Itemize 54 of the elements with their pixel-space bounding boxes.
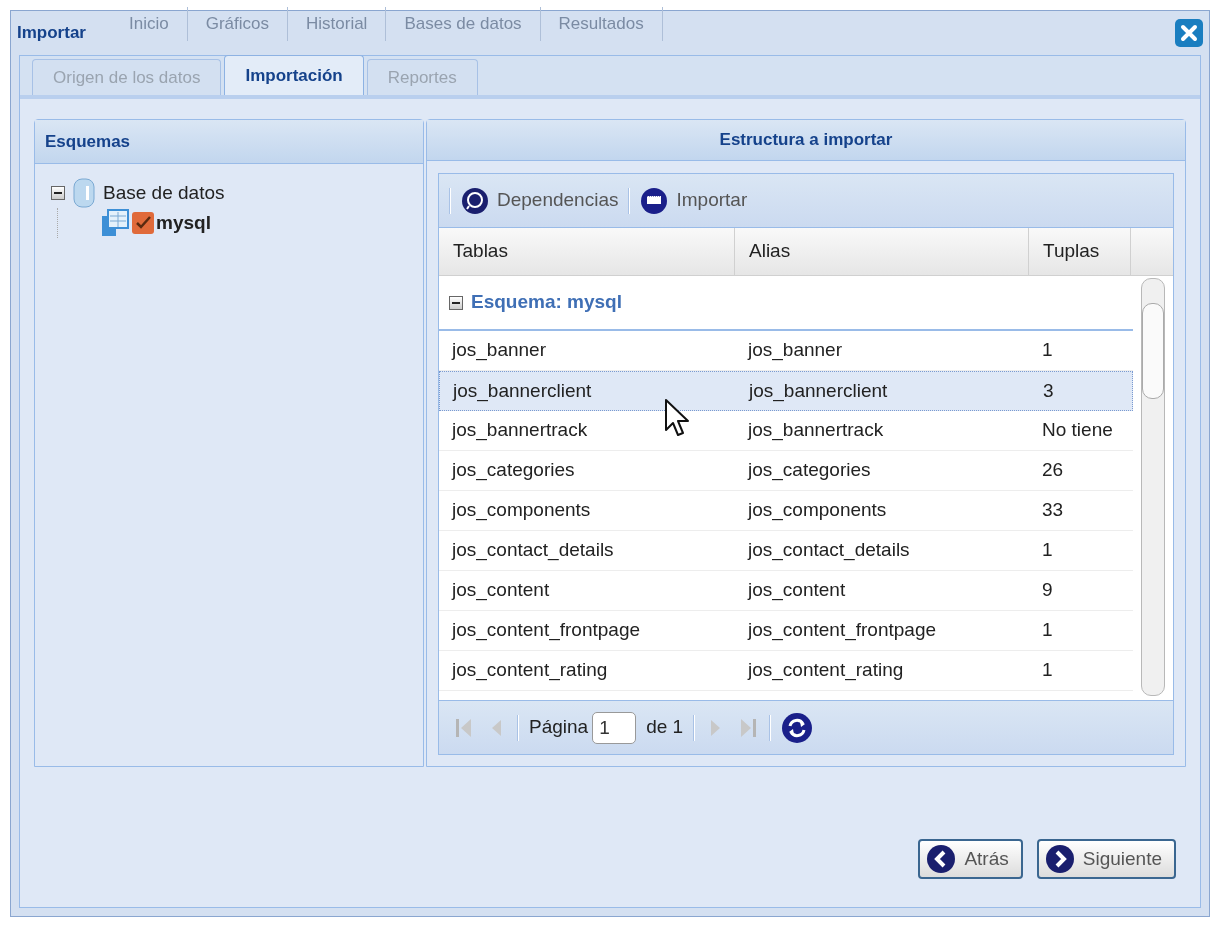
table-cell-text: jos_bannerclient [749, 378, 888, 404]
table-cell-text: jos_content [452, 578, 550, 603]
table-cell-text: jos_categories [452, 458, 575, 483]
table-cell-text: 1 [1042, 658, 1053, 683]
table-grid-icon [102, 209, 130, 237]
table-cell-text: 9 [1042, 578, 1053, 603]
tab[interactable]: Importación [224, 55, 364, 95]
table-cell-text: 26 [1042, 458, 1064, 483]
table-cell-text: jos_contact_details [748, 538, 910, 563]
panel-title: Esquemas [45, 130, 131, 153]
table-row[interactable]: jos_bannerclient jos_bannerclient 3 [439, 371, 1133, 411]
close-button[interactable] [1175, 19, 1203, 47]
group-header: Esquema: mysql [471, 290, 622, 315]
column-header[interactable]: Alias [735, 228, 1029, 275]
mouse-cursor-icon [664, 398, 690, 438]
table-cell-text: jos_components [748, 498, 887, 523]
table-cell-text: jos_banner [748, 338, 843, 363]
table-cell-text: 1 [1042, 538, 1053, 563]
table-cell-text: jos_bannertrack [748, 418, 884, 443]
column-header[interactable]: Tablas [439, 228, 735, 275]
table-cell-text: jos_categories [748, 458, 871, 483]
table-cell-text: 1 [1042, 618, 1053, 643]
page-count: de 1 [646, 715, 684, 740]
table-cell-text: 3 [1043, 378, 1054, 403]
page-label: Página [529, 715, 589, 740]
tree-item[interactable]: mysql [156, 208, 211, 238]
table-cell-text: jos_content_rating [452, 658, 608, 683]
collapse-icon[interactable] [449, 295, 463, 310]
table-cell-text: jos_content_frontpage [452, 618, 641, 643]
table-cell-text: jos_bannertrack [452, 418, 588, 443]
panel-title: Estructura a importar [719, 129, 893, 152]
refresh-icon[interactable] [781, 711, 814, 744]
toolbar-button[interactable]: Importar [636, 180, 752, 221]
toolbar-button[interactable]: Dependencias [457, 180, 623, 221]
window-title: Importar [17, 22, 86, 45]
tree-item[interactable]: Base de datos [103, 178, 225, 208]
table-cell-text: jos_components [452, 498, 591, 523]
table-cell-text: 1 [1042, 338, 1053, 363]
table-cell-text: jos_content_frontpage [748, 618, 937, 643]
collapse-icon[interactable] [51, 186, 65, 200]
table-cell-text: 33 [1042, 498, 1064, 523]
page-field[interactable]: 1 [592, 711, 637, 744]
database-icon [73, 178, 95, 208]
column-header[interactable]: Tuplas [1029, 228, 1131, 275]
table-cell-text: jos_banner [452, 338, 547, 363]
nav-button[interactable]: Atrás [918, 839, 1023, 879]
table-cell-text: No tiene [1042, 418, 1113, 443]
table-cell-text: jos_contact_details [452, 538, 614, 563]
nav-button[interactable]: Siguiente [1036, 839, 1176, 879]
table-cell-text: jos_content_rating [748, 658, 904, 683]
checkbox[interactable] [132, 212, 154, 234]
close-icon [1180, 24, 1198, 42]
table-cell-text: jos_content [748, 578, 846, 603]
table-cell-text: jos_bannerclient [453, 378, 592, 404]
